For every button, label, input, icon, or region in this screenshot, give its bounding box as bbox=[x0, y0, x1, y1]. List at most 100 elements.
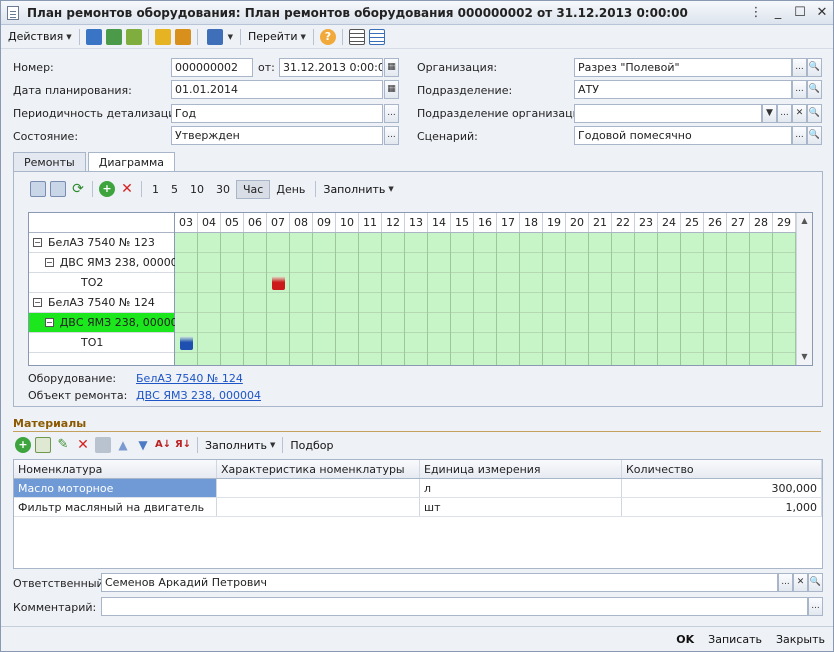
tree-row[interactable]: ТО1 bbox=[29, 333, 174, 353]
table-cell[interactable]: 300,000 bbox=[622, 479, 822, 497]
org-field[interactable]: Разрез "Полевой" bbox=[574, 58, 792, 77]
materials-fill-menu[interactable]: Заполнить ▼ bbox=[202, 435, 278, 455]
collapse-all-icon[interactable] bbox=[50, 181, 66, 197]
table-cell[interactable] bbox=[217, 479, 420, 497]
calendar-icon[interactable]: ▦ bbox=[384, 80, 399, 99]
table-cell[interactable]: Масло моторное bbox=[14, 479, 217, 497]
table-cell[interactable]: шт bbox=[420, 498, 622, 516]
plan-date-field[interactable]: 01.01.2014 bbox=[171, 80, 383, 99]
vertical-scrollbar[interactable]: ▲ ▼ bbox=[796, 213, 812, 365]
minimize-icon[interactable]: _ bbox=[767, 5, 789, 20]
expand-all-icon[interactable] bbox=[30, 181, 46, 197]
based-on-icon[interactable] bbox=[154, 28, 171, 45]
periodicity-field[interactable]: Год bbox=[171, 104, 383, 123]
scale-30-button[interactable]: 30 bbox=[210, 181, 236, 198]
scale-10-button[interactable]: 10 bbox=[184, 181, 210, 198]
table-cell[interactable]: 1,000 bbox=[622, 498, 822, 516]
refresh-icon[interactable] bbox=[105, 28, 122, 45]
table-cell[interactable]: Фильтр масляный на двигатель bbox=[14, 498, 217, 516]
subdiv-org-field[interactable] bbox=[574, 104, 762, 123]
repair-bar[interactable] bbox=[272, 276, 285, 290]
open-icon[interactable]: 🔍 bbox=[807, 126, 822, 145]
scale-5-button[interactable]: 5 bbox=[165, 181, 184, 198]
state-field[interactable]: Утвержден bbox=[171, 126, 383, 145]
scale-day-button[interactable]: День bbox=[270, 181, 311, 198]
tree-row[interactable]: − БелАЗ 7540 № 123 bbox=[29, 233, 174, 253]
menu-dots-icon[interactable]: ⋮ bbox=[745, 5, 767, 20]
collapse-icon[interactable]: − bbox=[33, 298, 42, 307]
timeline-body[interactable] bbox=[175, 233, 798, 365]
scroll-track[interactable] bbox=[797, 229, 812, 349]
tree-row[interactable]: ТО2 bbox=[29, 273, 174, 293]
edit-row-icon[interactable]: ✎ bbox=[55, 437, 71, 453]
table-row[interactable]: Фильтр масляный на двигатель шт 1,000 bbox=[14, 498, 822, 517]
delete-row-icon[interactable]: ✕ bbox=[75, 437, 91, 453]
refresh-icon[interactable]: ⟳ bbox=[70, 181, 86, 197]
table-row[interactable]: Масло моторное л 300,000 bbox=[14, 479, 822, 498]
clear-icon[interactable]: ✕ bbox=[793, 573, 808, 592]
tree-view-icon[interactable] bbox=[368, 28, 385, 45]
list-view-icon[interactable] bbox=[348, 28, 365, 45]
scenario-field[interactable]: Годовой помесячно bbox=[574, 126, 792, 145]
column-header[interactable]: Номенклатура bbox=[14, 460, 217, 478]
collapse-icon[interactable]: − bbox=[45, 258, 54, 267]
subdiv-field[interactable]: АТУ bbox=[574, 80, 792, 99]
equipment-link[interactable]: БелАЗ 7540 № 124 bbox=[136, 372, 243, 385]
select-button[interactable]: ... bbox=[808, 597, 823, 616]
copy-row-icon[interactable] bbox=[35, 437, 51, 453]
help-icon[interactable]: ? bbox=[319, 28, 336, 45]
delete-icon[interactable]: ✕ bbox=[119, 181, 135, 197]
close-button[interactable]: Закрыть bbox=[776, 633, 825, 646]
print-menu[interactable]: ▼ bbox=[202, 27, 236, 47]
scale-1-button[interactable]: 1 bbox=[146, 181, 165, 198]
comment-field[interactable] bbox=[101, 597, 808, 616]
dropdown-icon[interactable]: ▼ bbox=[762, 104, 777, 123]
select-button[interactable]: ... bbox=[778, 573, 793, 592]
column-header[interactable]: Характеристика номенклатуры bbox=[217, 460, 420, 478]
collapse-icon[interactable]: − bbox=[45, 318, 54, 327]
table-cell[interactable]: л bbox=[420, 479, 622, 497]
select-button[interactable]: ... bbox=[384, 126, 399, 145]
tree-row[interactable]: − БелАЗ 7540 № 124 bbox=[29, 293, 174, 313]
tab-diagram[interactable]: Диаграмма bbox=[87, 152, 176, 172]
sort-asc-icon[interactable]: A↓ bbox=[155, 437, 171, 453]
open-icon[interactable]: 🔍 bbox=[807, 80, 822, 99]
maximize-icon[interactable]: ☐ bbox=[789, 5, 811, 20]
post-document-icon[interactable] bbox=[85, 28, 102, 45]
open-icon[interactable]: 🔍 bbox=[808, 573, 823, 592]
goto-menu[interactable]: Перейти ▼ bbox=[245, 27, 309, 47]
tab-repairs[interactable]: Ремонты bbox=[13, 152, 86, 172]
number-field[interactable]: 000000002 bbox=[171, 58, 253, 77]
column-header[interactable]: Единица измерения bbox=[420, 460, 622, 478]
ok-button[interactable]: OK bbox=[676, 633, 694, 646]
repair-object-link[interactable]: ДВС ЯМЗ 238, 000004 bbox=[136, 389, 261, 402]
move-down-icon[interactable]: ▼ bbox=[135, 437, 151, 453]
scroll-down-icon[interactable]: ▼ bbox=[797, 349, 812, 365]
column-header[interactable]: Количество bbox=[622, 460, 822, 478]
move-up-icon[interactable]: ▲ bbox=[115, 437, 131, 453]
table-cell[interactable] bbox=[217, 498, 420, 516]
scroll-up-icon[interactable]: ▲ bbox=[797, 213, 812, 229]
fill-menu[interactable]: Заполнить ▼ bbox=[320, 179, 396, 199]
open-icon[interactable]: 🔍 bbox=[807, 58, 822, 77]
add-icon[interactable]: + bbox=[99, 181, 115, 197]
structure-icon[interactable] bbox=[174, 28, 191, 45]
copy-document-icon[interactable] bbox=[125, 28, 142, 45]
open-icon[interactable]: 🔍 bbox=[807, 104, 822, 123]
save-button[interactable]: Записать bbox=[708, 633, 762, 646]
add-row-icon[interactable]: + bbox=[15, 437, 31, 453]
scale-hour-button[interactable]: Час bbox=[236, 179, 271, 199]
select-button[interactable]: ... bbox=[777, 104, 792, 123]
collapse-icon[interactable]: − bbox=[33, 238, 42, 247]
select-button[interactable]: ... bbox=[792, 80, 807, 99]
select-button[interactable]: ... bbox=[384, 104, 399, 123]
calendar-icon[interactable]: ▦ bbox=[384, 58, 399, 77]
sort-desc-icon[interactable]: Я↓ bbox=[175, 437, 191, 453]
select-button[interactable]: ... bbox=[792, 126, 807, 145]
date-field[interactable]: 31.12.2013 0:00:00 bbox=[279, 58, 383, 77]
tree-row[interactable]: − ДВС ЯМЗ 238, 000003 bbox=[29, 253, 185, 273]
clear-icon[interactable]: ✕ bbox=[792, 104, 807, 123]
end-edit-icon[interactable] bbox=[95, 437, 111, 453]
tree-row[interactable]: − ДВС ЯМЗ 238, 000004 bbox=[29, 313, 185, 333]
actions-menu[interactable]: Действия ▼ bbox=[5, 27, 75, 47]
